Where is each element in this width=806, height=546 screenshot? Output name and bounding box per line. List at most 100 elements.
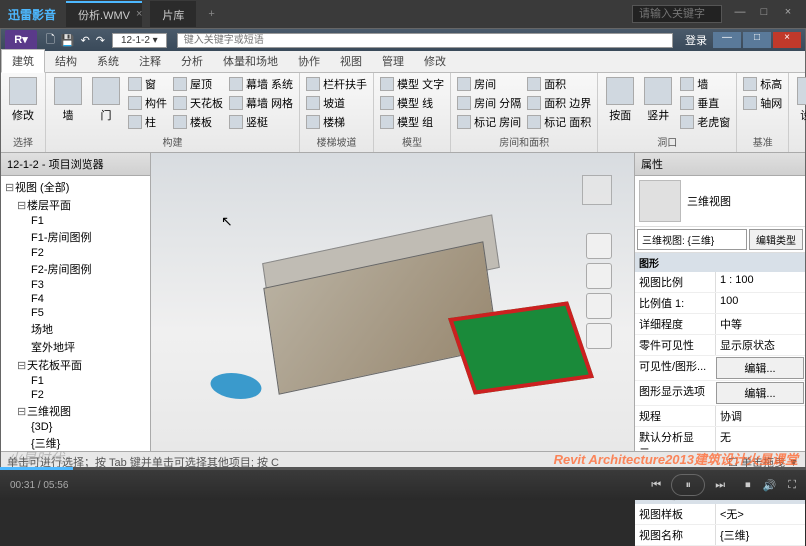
tree-item[interactable]: ⊟三维视图	[3, 402, 148, 420]
ribbon-tab[interactable]: 体量和场地	[213, 50, 288, 72]
app-minimize-icon[interactable]: —	[713, 32, 741, 48]
fullscreen-icon[interactable]: ⛶	[788, 479, 796, 492]
model-group-button[interactable]: 模型 组	[378, 113, 446, 131]
wall-button[interactable]: 墙	[50, 75, 86, 125]
tree-item[interactable]: ⊟天花板平面	[3, 356, 148, 374]
prop-value[interactable]: 1 : 100	[715, 272, 805, 292]
ribbon-tab[interactable]: 注释	[129, 50, 171, 72]
prop-value[interactable]: 显示原状态	[715, 335, 805, 355]
prev-icon[interactable]: ⏮	[651, 479, 661, 492]
ceiling-button[interactable]: 天花板	[171, 94, 225, 112]
tree-item[interactable]: F2-房间图例	[3, 260, 148, 278]
add-tab-icon[interactable]: +	[198, 4, 224, 24]
drawing-canvas[interactable]: ↖	[151, 153, 635, 451]
ribbon-tab[interactable]: 视图	[330, 50, 372, 72]
next-icon[interactable]: ⏭	[715, 479, 725, 492]
by-face-button[interactable]: 按面	[602, 75, 638, 125]
ribbon-tab[interactable]: 管理	[372, 50, 414, 72]
close-icon[interactable]: ×	[778, 6, 798, 22]
maximize-icon[interactable]: □	[754, 6, 774, 22]
orbit-icon[interactable]	[586, 323, 612, 349]
ribbon-tab[interactable]: 协作	[288, 50, 330, 72]
tree-item[interactable]: 场地	[3, 320, 148, 338]
ribbon-tab[interactable]: 结构	[45, 50, 87, 72]
tree-item[interactable]: ⊟视图 (全部)	[3, 178, 148, 196]
door-button[interactable]: 门	[88, 75, 124, 125]
tree-item[interactable]: F1	[3, 214, 148, 228]
prop-value[interactable]: 协调	[715, 406, 805, 426]
floor-button[interactable]: 楼板	[171, 113, 225, 131]
set-button[interactable]: 设置	[793, 75, 806, 125]
play-pause-button[interactable]: ⏸	[671, 474, 705, 496]
stop-icon[interactable]: ⏹	[745, 479, 751, 492]
roof-button[interactable]: 屋顶	[171, 75, 225, 93]
player-search-input[interactable]	[632, 5, 722, 23]
window-button[interactable]: 窗	[126, 75, 169, 93]
qat-icon[interactable]: ↶	[81, 34, 90, 47]
nav-wheel-icon[interactable]	[586, 233, 612, 259]
qat-icon[interactable]: ↷	[96, 34, 105, 47]
stair-button[interactable]: 楼梯	[304, 113, 369, 131]
help-search-input[interactable]	[177, 33, 673, 48]
prop-value[interactable]: 100	[715, 293, 805, 313]
prop-value[interactable]: 中等	[715, 314, 805, 334]
ribbon-tab[interactable]: 修改	[414, 50, 456, 72]
edit-type-button[interactable]: 编辑类型	[749, 229, 803, 250]
area-boundary-button[interactable]: 面积 边界	[525, 94, 593, 112]
column-button[interactable]: 柱	[126, 113, 169, 131]
app-menu-button[interactable]: R▾	[5, 30, 37, 50]
prop-value[interactable]: <无>	[715, 504, 805, 524]
prop-value[interactable]: 编辑...	[716, 357, 804, 379]
instance-selector[interactable]: 三维视图: {三维}	[637, 229, 747, 250]
tree-item[interactable]: F5	[3, 306, 148, 320]
component-button[interactable]: 构件	[126, 94, 169, 112]
ribbon-tab[interactable]: 系统	[87, 50, 129, 72]
level-button[interactable]: 标高	[741, 75, 784, 93]
minimize-icon[interactable]: —	[730, 6, 750, 22]
tree-item[interactable]: ⊟楼层平面	[3, 196, 148, 214]
tree-item[interactable]: F2	[3, 388, 148, 402]
ribbon-tab[interactable]: 分析	[171, 50, 213, 72]
qat-icon[interactable]: 💾	[61, 34, 75, 47]
vertical-button[interactable]: 垂直	[678, 94, 732, 112]
tree-item[interactable]: 室外地坪	[3, 338, 148, 356]
volume-icon[interactable]: 🔊	[763, 479, 777, 492]
zoom-icon[interactable]	[586, 293, 612, 319]
prop-value[interactable]: 编辑...	[716, 382, 804, 404]
tag-area-button[interactable]: 标记 面积	[525, 113, 593, 131]
tree-item[interactable]: F4	[3, 292, 148, 306]
curtain-grid-button[interactable]: 幕墙 网格	[227, 94, 295, 112]
tree-item[interactable]: F1	[3, 374, 148, 388]
viewcube[interactable]	[572, 165, 622, 215]
tree-item[interactable]: {3D}	[3, 420, 148, 434]
tab-close-icon[interactable]: ×	[136, 8, 142, 20]
tree-item[interactable]: F3	[3, 278, 148, 292]
player-tab[interactable]: 片库	[150, 1, 196, 27]
ribbon-tab[interactable]: 建筑	[1, 49, 45, 73]
tag-room-button[interactable]: 标记 房间	[455, 113, 523, 131]
prop-value[interactable]: {三维}	[715, 525, 805, 545]
modify-button[interactable]: 修改	[5, 75, 41, 125]
railing-button[interactable]: 栏杆扶手	[304, 75, 369, 93]
room-button[interactable]: 房间	[455, 75, 523, 93]
wall-opening-button[interactable]: 墙	[678, 75, 732, 93]
progress-bar[interactable]	[0, 467, 806, 470]
app-close-icon[interactable]: ×	[773, 32, 801, 48]
ramp-button[interactable]: 坡道	[304, 94, 369, 112]
qat-icon[interactable]: 🗋	[46, 31, 55, 50]
view-breadcrumb[interactable]: 12-1-2 ▾	[112, 33, 167, 48]
pan-icon[interactable]	[586, 263, 612, 289]
grid-button[interactable]: 轴网	[741, 94, 784, 112]
model-line-button[interactable]: 模型 线	[378, 94, 446, 112]
player-tab[interactable]: 份析.WMV	[66, 1, 142, 27]
model-text-button[interactable]: 模型 文字	[378, 75, 446, 93]
mullion-button[interactable]: 竖梃	[227, 113, 295, 131]
shaft-button[interactable]: 竖井	[640, 75, 676, 125]
project-tree[interactable]: ⊟视图 (全部) ⊟楼层平面 F1 F1-房间图例 F2 F2-房间图例 F3 …	[1, 176, 150, 451]
curtain-system-button[interactable]: 幕墙 系统	[227, 75, 295, 93]
tree-item[interactable]: F1-房间图例	[3, 228, 148, 246]
app-maximize-icon[interactable]: □	[743, 32, 771, 48]
area-button[interactable]: 面积	[525, 75, 593, 93]
room-sep-button[interactable]: 房间 分隔	[455, 94, 523, 112]
login-button[interactable]: 登录	[685, 32, 707, 48]
